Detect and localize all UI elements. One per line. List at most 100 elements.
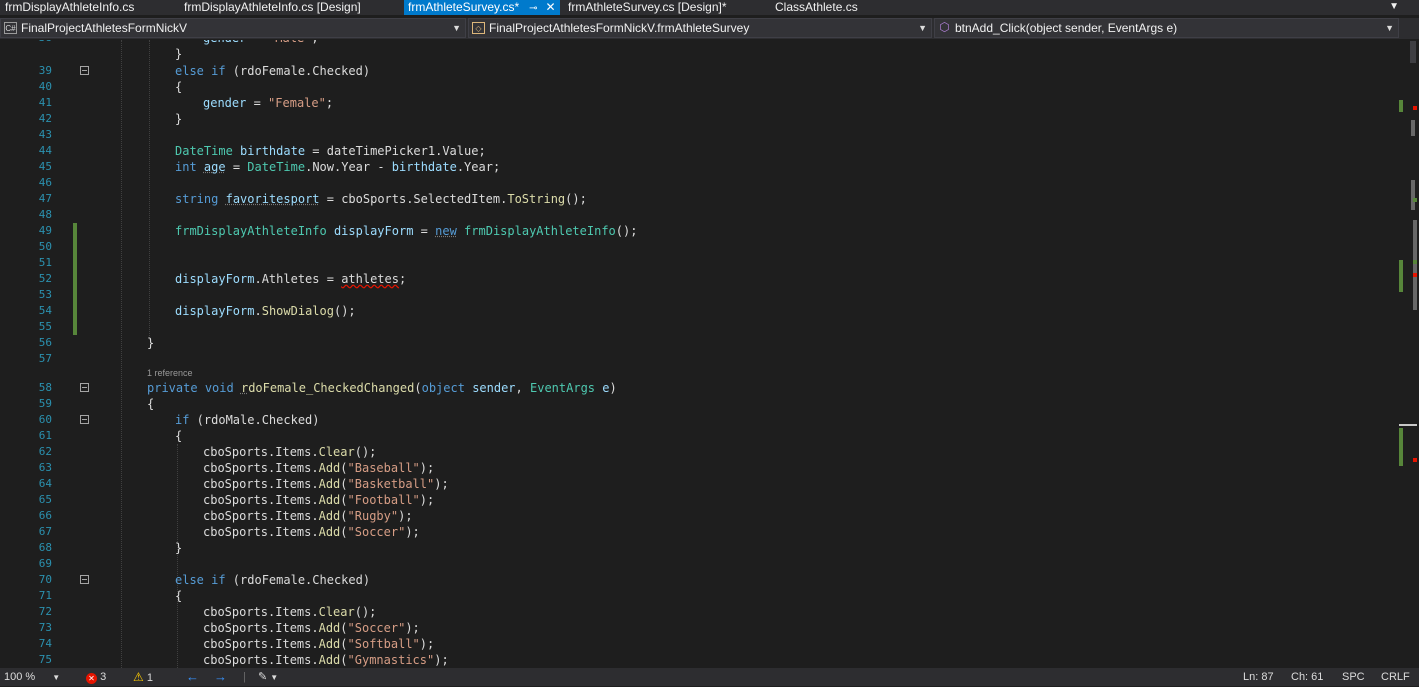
code-line: 66 cboSports.Items.Add("Rugby"); [0,508,1398,524]
change-marker [1399,100,1403,112]
code-text: cboSports.Items.Add("Football"); [203,493,435,507]
collapse-icon[interactable] [80,383,89,392]
code-text: { [147,397,155,411]
code-line: 71 { [0,588,1398,604]
code-line: 56 } [0,335,1398,351]
code-line: 73 cboSports.Items.Add("Soccer"); [0,620,1398,636]
member-dropdown-value: btnAdd_Click(object sender, EventArgs e) [955,21,1178,35]
tab-frmdisplayathleteinfo-cs[interactable]: frmDisplayAthleteInfo.cs [5,0,134,15]
code-text: cboSports.Items.Clear(); [203,445,377,459]
error-count[interactable]: ✕ 3 [86,668,106,686]
code-text: else if (rdoFemale.Checked) [175,64,371,78]
document-tab-bar: frmDisplayAthleteInfo.cs frmDisplayAthle… [0,0,1419,15]
warning-count-value: 1 [146,672,153,684]
tab-label: frmAthleteSurvey.cs* [408,0,520,14]
change-bar [73,319,77,335]
warning-icon: ⚠ [133,670,144,684]
code-text: else if (rdoFemale.Checked) [175,573,371,587]
status-separator: | [243,671,246,683]
code-line: 47 string favoritesport = cboSports.Sele… [0,191,1398,207]
line-ending-indicator[interactable]: CRLF [1381,668,1410,686]
line-indicator[interactable]: Ln: 87 [1243,668,1274,686]
code-text: string favoritesport = cboSports.Selecte… [175,192,587,206]
warning-count[interactable]: ⚠ 1 [133,668,153,687]
code-line: 63 cboSports.Items.Add("Baseball"); [0,460,1398,476]
tab-frmathletesurvey-design[interactable]: frmAthleteSurvey.cs [Design]* [568,0,727,15]
code-text: } [147,336,155,350]
line-number: 61 [38,429,52,442]
tab-label: frmAthleteSurvey.cs [Design]* [568,0,727,14]
change-marker [1413,260,1417,264]
tab-classathlete-cs[interactable]: ClassAthlete.cs [775,0,858,15]
line-number: 47 [38,192,52,205]
tab-frmdisplayathleteinfo-design[interactable]: frmDisplayAthleteInfo.cs [Design] [184,0,361,15]
line-number: 64 [38,477,52,490]
code-text: } [175,541,183,555]
code-line: 52 displayForm.Athletes = athletes; [0,271,1398,287]
scrollbar-splitter[interactable] [1410,41,1416,63]
error-icon: ✕ [86,673,97,684]
close-icon[interactable]: ✕ [546,0,556,14]
column-indicator[interactable]: Ch: 61 [1291,668,1323,686]
code-line: 68 } [0,540,1398,556]
line-number: 49 [38,224,52,237]
line-number: 58 [38,381,52,394]
chevron-down-icon: ▼ [52,673,61,682]
code-editor[interactable]: 38 gender = "Male"; } 39 else if (rdoFem… [0,40,1398,668]
navigate-forward-icon[interactable]: → [214,668,227,686]
error-marker [1413,106,1417,110]
code-text: cboSports.Items.Add("Soccer"); [203,525,420,539]
code-text: displayForm.ShowDialog(); [175,304,356,318]
line-number: 56 [38,336,52,349]
collapse-icon[interactable] [80,415,89,424]
code-line: 41 gender = "Female"; [0,95,1398,111]
code-text: cboSports.Items.Add("Softball"); [203,637,435,651]
codelens-reference-count[interactable]: 1 reference [147,368,193,378]
navigation-bar: C# FinalProjectAthletesFormNickV ▼ ◇ Fin… [0,18,1419,39]
code-text: private void rdoFemale_CheckedChanged(ob… [147,381,617,395]
class-dropdown[interactable]: ◇ FinalProjectAthletesFormNickV.frmAthle… [468,18,932,38]
code-line: 48 [0,207,1398,223]
code-text: { [175,589,183,603]
code-line: 42 } [0,111,1398,127]
chevron-down-icon: ▼ [918,23,927,33]
line-number: 40 [38,80,52,93]
change-bar [73,223,77,239]
code-text: { [175,80,183,94]
code-cleanup-icon[interactable]: ✎ ▼ [258,668,278,687]
class-icon: ◇ [472,22,485,34]
code-text: cboSports.Items.Add("Gymnastics"); [203,653,449,667]
scroll-thumb[interactable] [1411,120,1415,136]
collapse-icon[interactable] [80,66,89,75]
code-line: 43 [0,127,1398,143]
line-number: 50 [38,240,52,253]
class-dropdown-value: FinalProjectAthletesFormNickV.frmAthlete… [489,21,750,35]
tab-label: frmDisplayAthleteInfo.cs [Design] [184,0,361,14]
code-text: cboSports.Items.Add("Rugby"); [203,509,413,523]
code-text: { [175,429,183,443]
line-number: 60 [38,413,52,426]
scroll-thumb[interactable] [1411,180,1415,210]
tab-frmathletesurvey-cs[interactable]: frmAthleteSurvey.cs* ⊸ ✕ [404,0,560,15]
insert-mode-indicator[interactable]: SPC [1342,668,1365,686]
line-number: 68 [38,541,52,554]
tab-overflow-chevron-down-icon[interactable]: ▼ [1389,0,1399,14]
line-number: 53 [38,288,52,301]
scroll-thumb[interactable] [1413,220,1417,310]
line-number: 46 [38,176,52,189]
zoom-level[interactable]: 100 % ▼ [4,668,60,687]
code-line: 49 frmDisplayAthleteInfo displayForm = n… [0,223,1398,239]
vertical-scrollbar[interactable] [1398,40,1419,668]
pin-icon[interactable]: ⊸ [529,3,537,14]
code-line: 39 else if (rdoFemale.Checked) [0,63,1398,79]
line-number: 71 [38,589,52,602]
change-marker [1413,198,1417,202]
project-dropdown[interactable]: C# FinalProjectAthletesFormNickV ▼ [0,18,466,38]
change-bar [73,271,77,287]
collapse-icon[interactable] [80,575,89,584]
code-line: 72 cboSports.Items.Clear(); [0,604,1398,620]
member-dropdown[interactable]: ⬡ btnAdd_Click(object sender, EventArgs … [934,18,1399,38]
navigate-back-icon[interactable]: ← [186,668,199,686]
line-number: 42 [38,112,52,125]
code-line: 70 else if (rdoFemale.Checked) [0,572,1398,588]
